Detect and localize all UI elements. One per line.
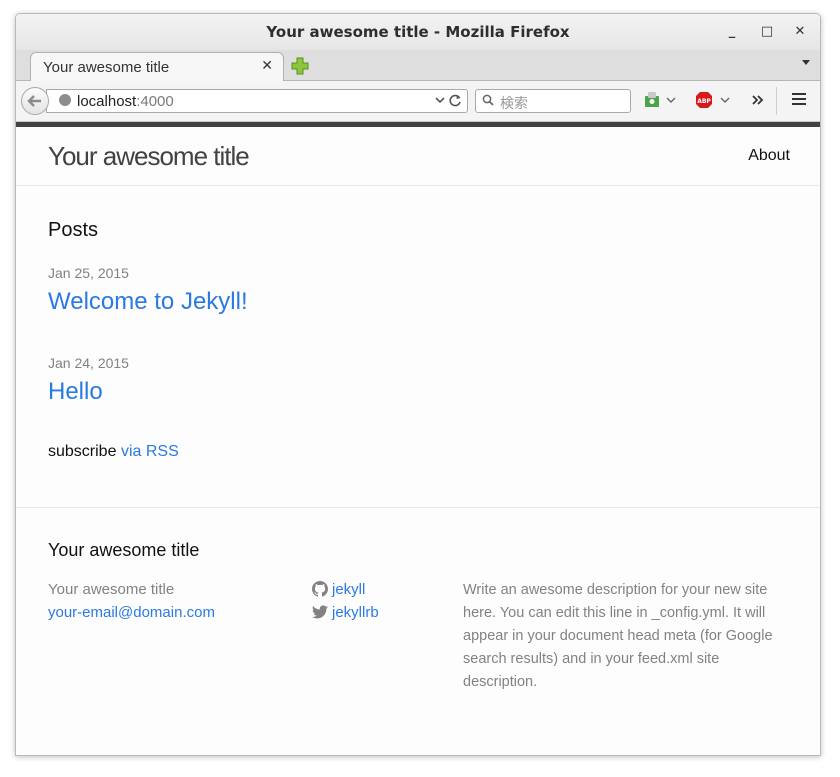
subscribe-label: subscribe (48, 443, 117, 460)
globe-icon (59, 94, 71, 106)
footer-email-link[interactable]: your-email@domain.com (48, 604, 215, 621)
tab-list-dropdown-icon[interactable] (802, 60, 810, 66)
twitter-username: jekyllrb (332, 604, 379, 621)
menu-icon[interactable] (792, 93, 806, 108)
adblock-dropdown-icon[interactable] (720, 91, 730, 109)
posts-heading: Posts (48, 219, 99, 241)
svg-text:ABP: ABP (697, 98, 711, 105)
minimize-button[interactable]: _ (724, 24, 740, 40)
downloads-icon[interactable] (644, 91, 660, 109)
search-placeholder: 検索 (500, 96, 528, 112)
post-date: Jan 25, 2015 (48, 265, 129, 281)
page-content: Your awesome title About Posts Jan 25, 2… (16, 122, 820, 755)
search-bar[interactable]: 検索 (475, 89, 631, 113)
url-history-dropdown-icon[interactable] (435, 97, 445, 104)
post-link[interactable]: Hello (48, 378, 103, 406)
site-title[interactable]: Your awesome title (48, 141, 250, 172)
maximize-button[interactable]: □ (759, 24, 775, 40)
title-bar: Your awesome title - Mozilla Firefox _ □… (16, 14, 820, 50)
footer-description: Write an awesome description for your ne… (463, 582, 773, 690)
site-footer: Your awesome title Your awesome title yo… (16, 507, 820, 755)
post-date: Jan 24, 2015 (48, 355, 129, 371)
github-icon (312, 581, 328, 597)
new-tab-icon[interactable] (291, 57, 309, 75)
nav-about-link[interactable]: About (748, 147, 790, 165)
toolbar-divider (776, 87, 777, 115)
github-username: jekyll (332, 581, 366, 598)
tab-label: Your awesome title (43, 59, 170, 76)
tab-strip: Your awesome title ✕ (16, 50, 820, 81)
url-host: localhost (77, 93, 137, 110)
url-port: :4000 (136, 93, 174, 110)
tab-close-icon[interactable]: ✕ (261, 58, 273, 74)
overflow-chevron-icon[interactable] (751, 91, 765, 109)
twitter-link[interactable]: jekyllrb (312, 604, 379, 621)
github-link[interactable]: jekyll (312, 581, 365, 598)
rss-link[interactable]: via RSS (121, 443, 179, 460)
window-title: Your awesome title - Mozilla Firefox (266, 23, 570, 41)
site-header: Your awesome title About (16, 127, 820, 186)
footer-site-name: Your awesome title (48, 581, 175, 598)
downloads-dropdown-icon[interactable] (666, 91, 676, 109)
navigation-toolbar: localhost:4000 検索 ABP (16, 81, 820, 122)
url-bar[interactable]: localhost:4000 (46, 89, 468, 113)
reload-icon[interactable] (449, 94, 462, 107)
twitter-icon (312, 605, 329, 619)
footer-heading: Your awesome title (48, 540, 200, 560)
search-icon (482, 94, 494, 106)
close-window-button[interactable]: ✕ (792, 24, 808, 40)
browser-window: Your awesome title - Mozilla Firefox _ □… (15, 13, 821, 756)
tab-active[interactable]: Your awesome title ✕ (30, 52, 284, 81)
adblock-icon[interactable]: ABP (695, 91, 713, 109)
back-button[interactable] (21, 87, 49, 115)
back-arrow-icon (27, 95, 41, 107)
post-link[interactable]: Welcome to Jekyll! (48, 288, 248, 316)
url-text[interactable]: localhost:4000 (77, 93, 174, 110)
subscribe-line: subscribe via RSS (48, 443, 179, 461)
